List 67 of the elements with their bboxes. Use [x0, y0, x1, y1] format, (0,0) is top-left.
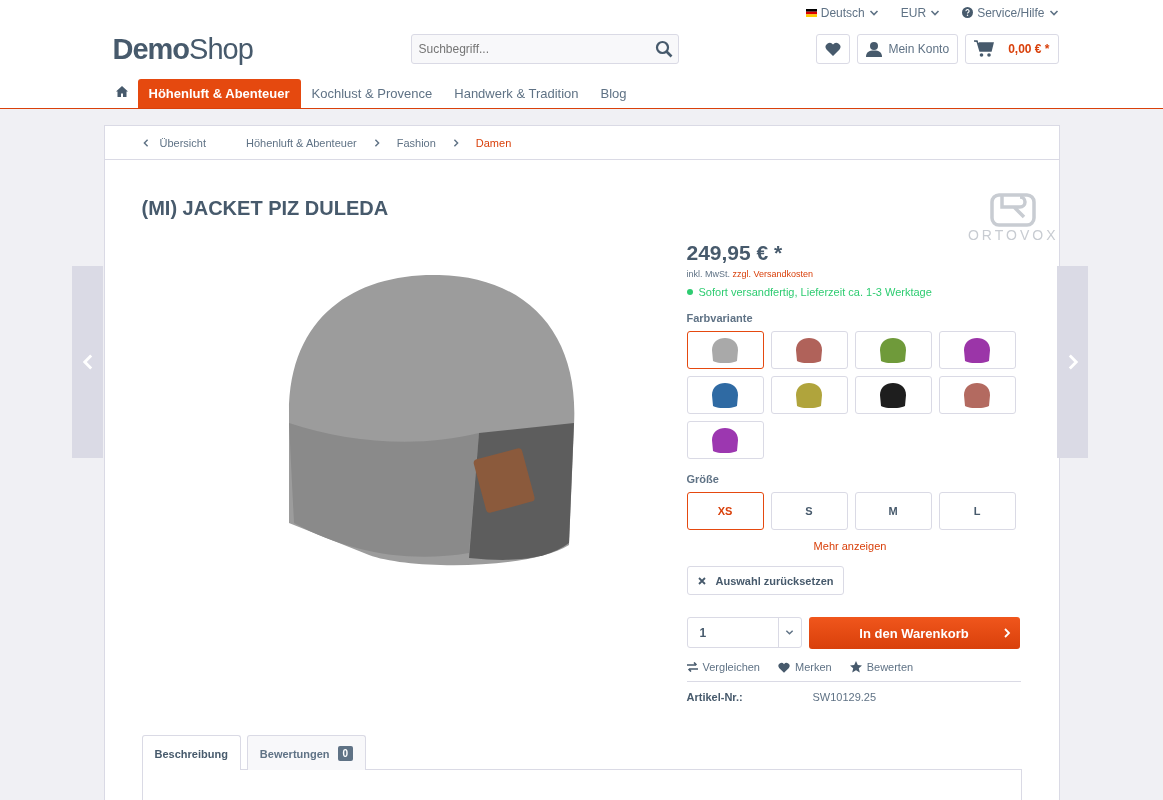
cart-button[interactable]: 0,00 € *: [965, 34, 1059, 64]
wishlist-button[interactable]: [816, 34, 851, 64]
breadcrumb-link[interactable]: Höhenluft & Abenteuer: [245, 136, 357, 149]
star-icon: [849, 661, 862, 673]
reset-selection-button[interactable]: Auswahl zurücksetzen: [686, 566, 845, 595]
nav-tab[interactable]: Blog: [589, 79, 638, 108]
shop-logo[interactable]: DemoShop: [112, 32, 411, 66]
product-action-link[interactable]: Merken: [778, 661, 832, 673]
beanie-thumbnail-icon: [711, 337, 739, 363]
swap-arrows-icon: [686, 662, 698, 672]
back-link[interactable]: Übersicht: [141, 136, 206, 149]
article-number: SW10129.25: [812, 691, 877, 703]
brand-emblem-icon: [990, 193, 1037, 227]
beanie-thumbnail-icon: [711, 382, 739, 408]
account-button[interactable]: Mein Konto: [857, 34, 959, 64]
size-option[interactable]: L: [938, 492, 1016, 530]
product-title: (MI) JACKET PIZ DULEDA: [141, 197, 389, 220]
chevron-right-icon: [372, 138, 381, 147]
color-variant-label: Farbvariante: [686, 312, 754, 324]
beanie-thumbnail-icon: [879, 382, 907, 408]
user-icon: [866, 41, 883, 57]
search-field[interactable]: Suchbegriff...: [410, 34, 679, 64]
breadcrumb-link[interactable]: Fashion: [396, 136, 436, 149]
content-tab[interactable]: Bewertungen 0: [246, 735, 367, 770]
beanie-thumbnail-icon: [963, 337, 991, 363]
size-option[interactable]: XS: [686, 492, 764, 530]
chevron-left-icon: [141, 138, 150, 147]
help-icon: [962, 7, 974, 18]
nav-tab[interactable]: Handwerk & Tradition: [443, 79, 590, 108]
beanie-thumbnail-icon: [795, 382, 823, 408]
product-action-link[interactable]: Bewerten: [849, 661, 914, 673]
shipping-link[interactable]: zzgl. Versandkosten: [732, 269, 814, 279]
beanie-thumbnail-icon: [711, 427, 739, 453]
count-badge: 0: [337, 746, 354, 761]
breadcrumb-link[interactable]: Damen: [475, 136, 512, 149]
heart-icon: [825, 42, 842, 56]
currency-selector[interactable]: EUR: [900, 5, 941, 20]
size-label: Größe: [686, 473, 720, 485]
cart-icon: [974, 40, 995, 58]
delivery-status: Sofort versandfertig, Lieferzeit ca. 1-3 Werktage: [698, 286, 932, 298]
size-option[interactable]: S: [770, 492, 848, 530]
quantity-select[interactable]: 1: [686, 617, 802, 648]
tax-note: inkl. MwSt.: [686, 269, 730, 279]
beanie-thumbnail-icon: [963, 382, 991, 408]
chevron-right-icon: [1001, 628, 1012, 638]
product-price: 249,95 € *: [686, 241, 784, 265]
nav-tab[interactable]: Kochlust & Provence: [300, 79, 444, 108]
article-number-label: Artikel-Nr.:: [686, 691, 744, 703]
close-icon: [697, 576, 706, 585]
add-to-cart-button[interactable]: In den Warenkorb: [808, 617, 1020, 649]
heart-icon: [778, 661, 790, 673]
availability-dot-icon: [686, 289, 693, 295]
flag-icon: [805, 8, 817, 17]
language-selector[interactable]: Deutsch: [805, 5, 879, 20]
size-option[interactable]: M: [854, 492, 932, 530]
search-icon[interactable]: [654, 40, 673, 58]
show-more-link[interactable]: Mehr anzeigen: [813, 540, 887, 552]
chevron-right-icon: [451, 138, 460, 147]
service-menu[interactable]: Service/Hilfe: [962, 5, 1059, 20]
beanie-thumbnail-icon: [879, 337, 907, 363]
chevron-down-icon: [785, 628, 794, 637]
home-icon: [115, 86, 128, 97]
beanie-thumbnail-icon: [795, 337, 823, 363]
nav-tab[interactable]: Höhenluft & Abenteuer: [137, 79, 301, 108]
content-tab[interactable]: Beschreibung: [141, 735, 241, 770]
product-action-link[interactable]: Vergleichen: [686, 661, 760, 673]
color-option[interactable]: [686, 331, 764, 369]
